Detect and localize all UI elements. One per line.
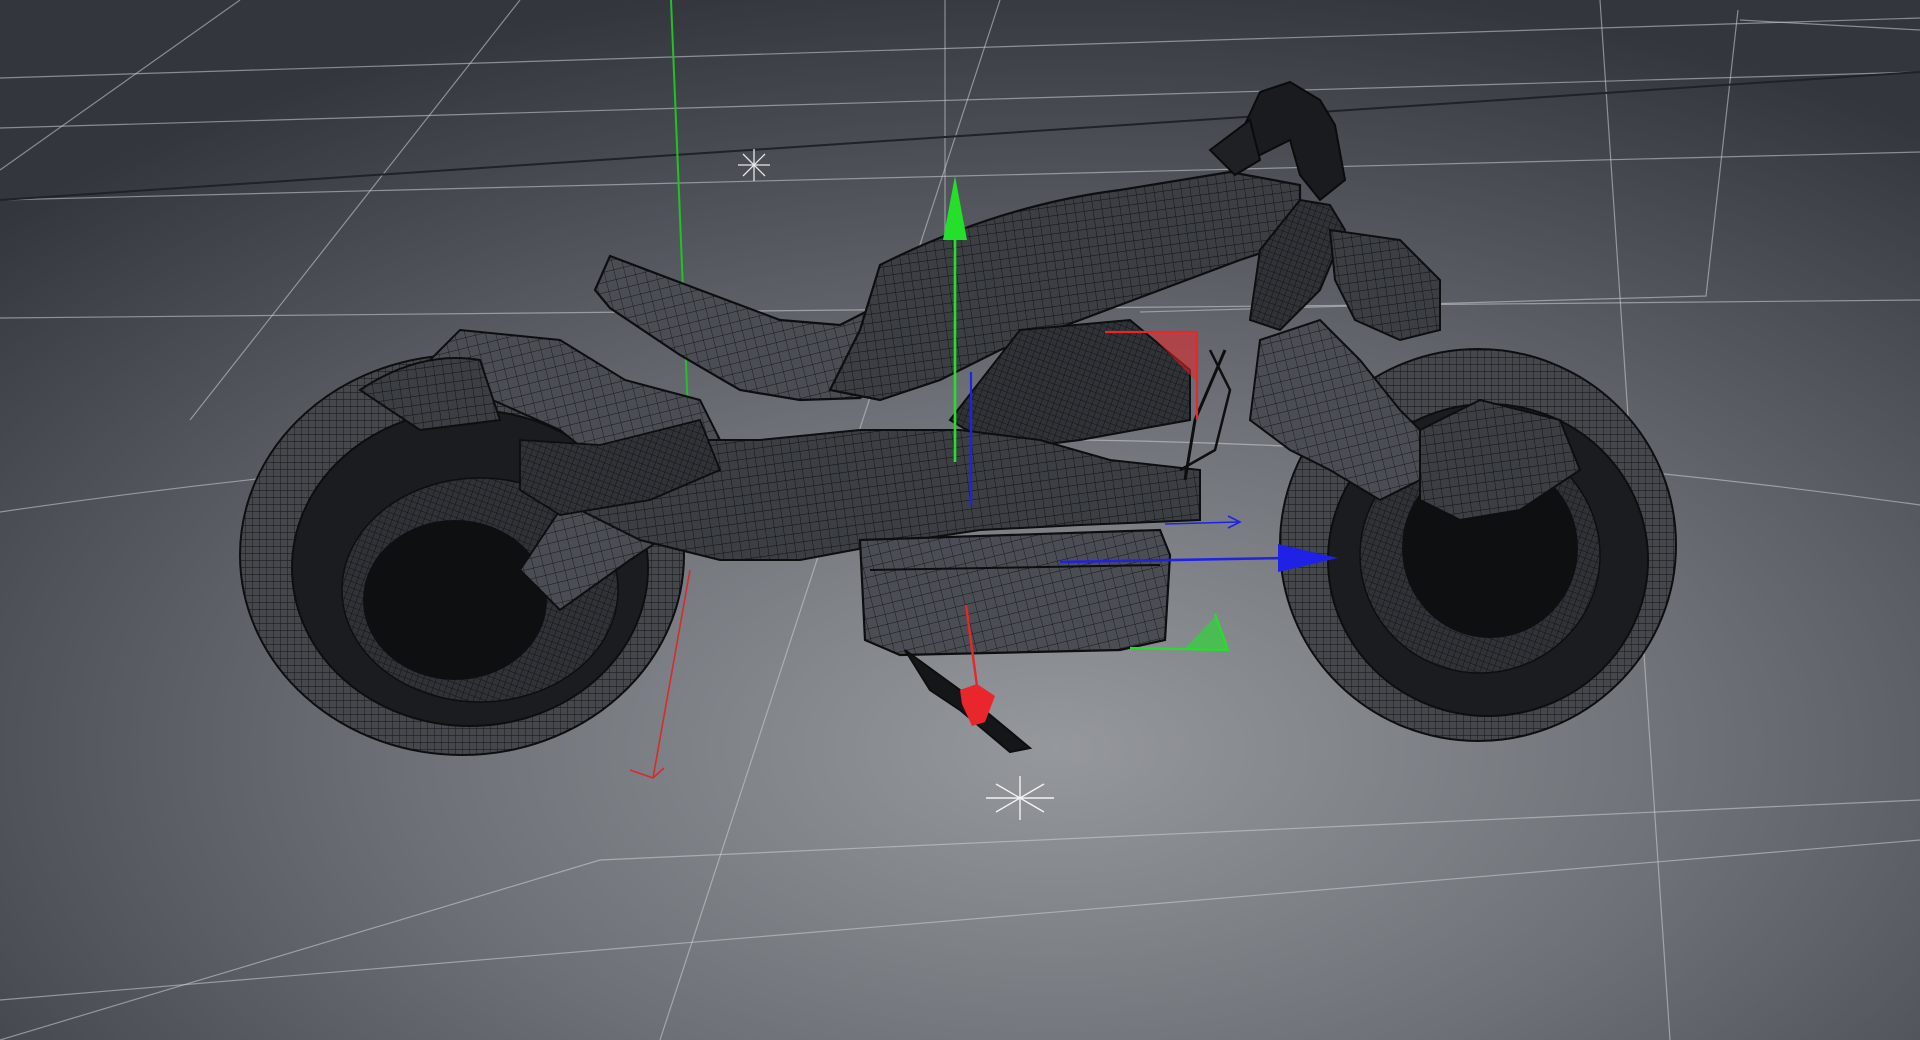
3d-viewport[interactable]: [0, 0, 1920, 1040]
engine-block[interactable]: [858, 528, 1172, 657]
viewport-canvas[interactable]: [0, 0, 1920, 1040]
